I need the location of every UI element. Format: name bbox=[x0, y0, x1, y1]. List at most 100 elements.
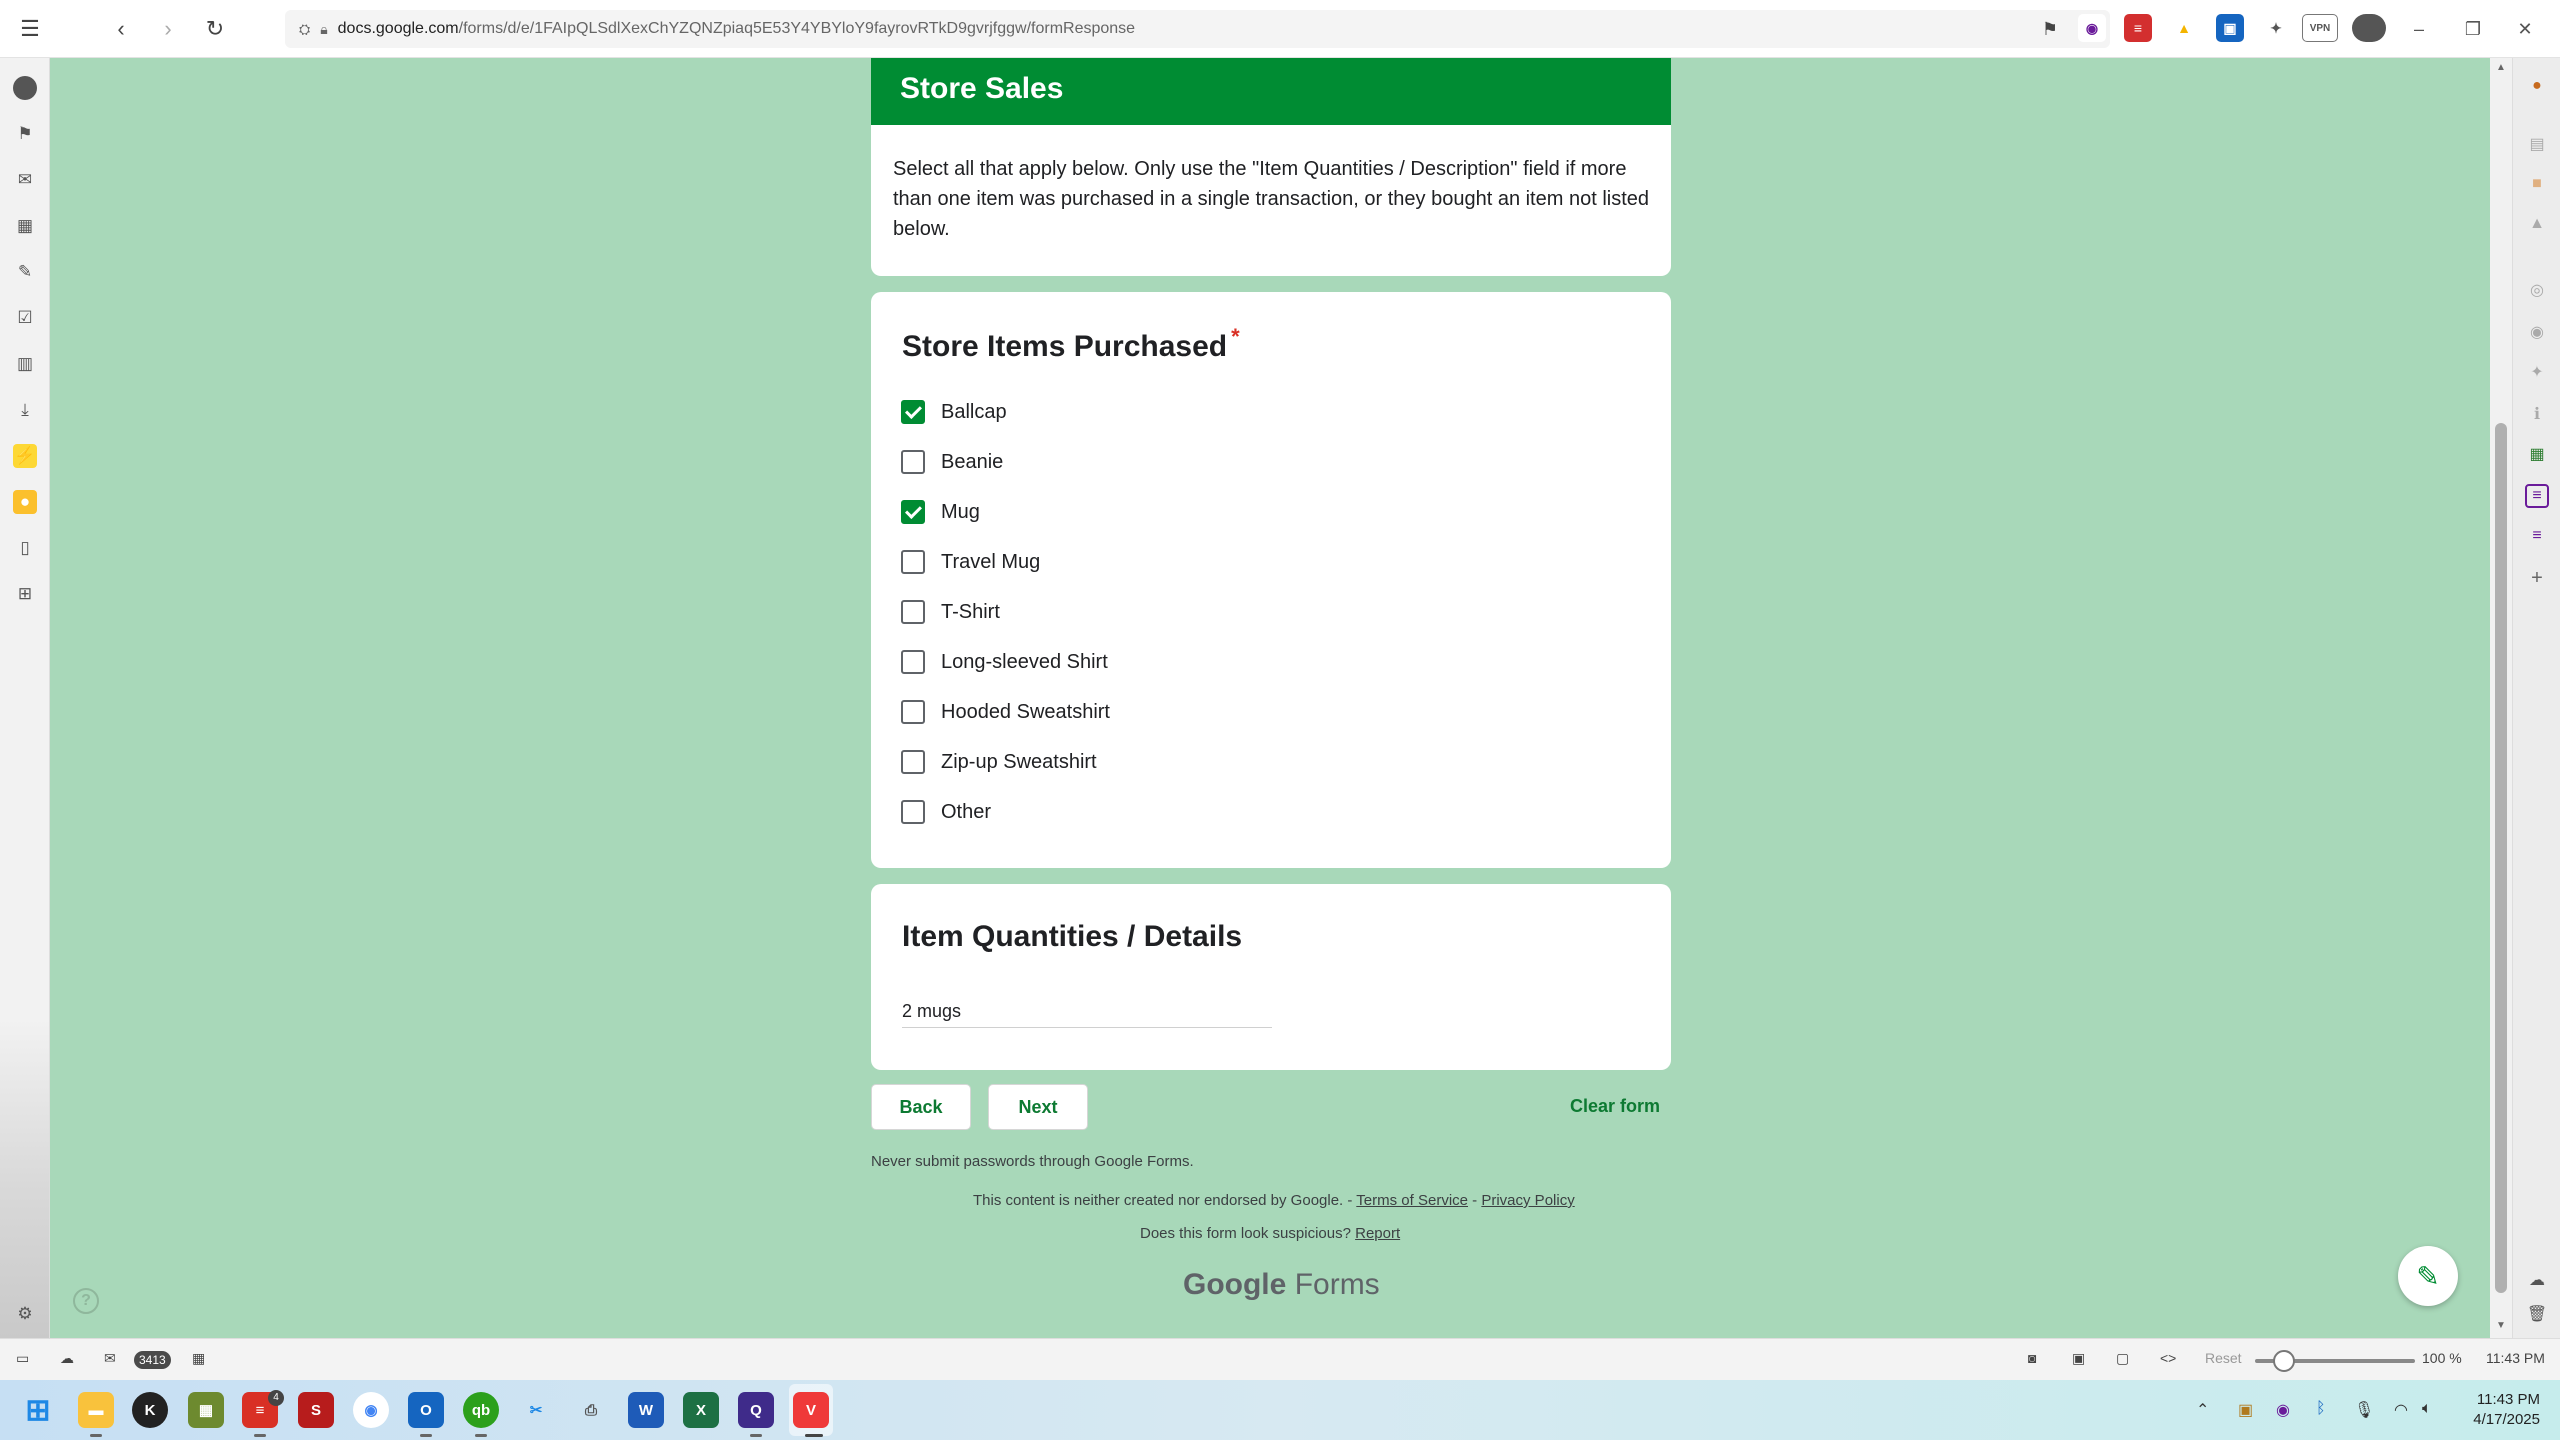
page-scrollbar[interactable]: ▲ ▼ bbox=[2490, 58, 2512, 1338]
checkbox-checked[interactable] bbox=[901, 400, 925, 424]
forward-arrow-icon[interactable]: › bbox=[152, 13, 184, 45]
cloud-icon[interactable]: ☁ bbox=[2525, 1268, 2549, 1292]
outlook-icon[interactable]: O bbox=[408, 1392, 444, 1428]
app-icon-3[interactable]: ■ bbox=[2525, 172, 2549, 196]
option-long-sleeved-shirt[interactable]: Long-sleeved Shirt bbox=[901, 647, 1108, 677]
quickbooks-icon[interactable]: qb bbox=[463, 1392, 499, 1428]
drive-extension-icon[interactable]: ▲ bbox=[2170, 14, 2198, 42]
profile-icon[interactable] bbox=[13, 76, 37, 100]
minimize-icon[interactable]: – bbox=[2406, 16, 2432, 42]
tasks-icon[interactable]: ☑ bbox=[13, 306, 37, 330]
trash-icon[interactable]: 🗑︎ bbox=[2525, 1302, 2549, 1326]
todo-extension-icon[interactable]: ≡ bbox=[2124, 14, 2152, 42]
privacy-link[interactable]: Privacy Policy bbox=[1481, 1192, 1574, 1209]
app-icon-5[interactable]: ◎ bbox=[2525, 278, 2549, 302]
site-settings-icon[interactable]: ⛭ bbox=[299, 21, 310, 38]
sync-cloud-icon[interactable]: ☁ bbox=[60, 1350, 74, 1367]
show-hidden-icons-chevron[interactable]: ⌃ bbox=[2196, 1400, 2209, 1420]
option-ballcap[interactable]: Ballcap bbox=[901, 397, 1007, 427]
app-icon-1[interactable]: ● bbox=[2525, 74, 2549, 98]
downloads-icon[interactable]: ⤓ bbox=[13, 398, 37, 422]
app-icon-6[interactable]: ◉ bbox=[2525, 320, 2549, 344]
mail-count-badge[interactable]: 3413 bbox=[134, 1351, 171, 1369]
search-extension-icon[interactable]: ◉ bbox=[2078, 14, 2106, 42]
snipping-tool-icon[interactable]: ✂ bbox=[518, 1392, 554, 1428]
calendar-icon[interactable]: ▦ bbox=[13, 214, 37, 238]
start-windows-icon[interactable]: ⊞ bbox=[20, 1392, 56, 1428]
image-toggle-icon[interactable]: ▣ bbox=[2072, 1350, 2085, 1367]
search-app-icon[interactable]: Q bbox=[738, 1392, 774, 1428]
restore-icon[interactable]: ❐ bbox=[2460, 16, 2486, 42]
sheets-icon[interactable]: ▦ bbox=[2525, 442, 2549, 466]
add-panel-icon[interactable]: ⊞ bbox=[13, 582, 37, 606]
option-zip-up-sweatshirt[interactable]: Zip-up Sweatshirt bbox=[901, 747, 1097, 777]
option-mug[interactable]: Mug bbox=[901, 497, 980, 527]
option-hooded-sweatshirt[interactable]: Hooded Sweatshirt bbox=[901, 697, 1110, 727]
microphone-icon[interactable]: 🎙︎ bbox=[2354, 1400, 2374, 1420]
app-grid-icon[interactable]: ▦ bbox=[188, 1392, 224, 1428]
checkbox-checked[interactable] bbox=[901, 500, 925, 524]
option-other[interactable]: Other bbox=[901, 797, 991, 827]
help-icon[interactable]: ? bbox=[73, 1288, 99, 1314]
calendar-status-icon[interactable]: ▦ bbox=[192, 1350, 205, 1367]
excel-icon[interactable]: X bbox=[683, 1392, 719, 1428]
reading-list-icon[interactable]: ▥ bbox=[13, 352, 37, 376]
notes-icon[interactable]: ✎ bbox=[13, 260, 37, 284]
zoom-slider-handle[interactable] bbox=[2273, 1350, 2295, 1372]
app-icon-4[interactable]: ▲ bbox=[2525, 212, 2549, 236]
forms-icon[interactable]: ≡ bbox=[2525, 484, 2549, 508]
scroll-down-icon[interactable]: ▼ bbox=[2495, 1320, 2507, 1332]
back-arrow-icon[interactable]: ‹ bbox=[105, 13, 137, 45]
checkbox[interactable] bbox=[901, 700, 925, 724]
scroll-up-icon[interactable]: ▲ bbox=[2495, 62, 2507, 74]
tray-app-icon[interactable]: ▣ bbox=[2238, 1400, 2253, 1420]
edit-pencil-icon[interactable]: ✎ bbox=[2398, 1246, 2458, 1306]
info-icon[interactable]: ℹ bbox=[2525, 402, 2549, 426]
report-link[interactable]: Report bbox=[1355, 1225, 1400, 1242]
printer-icon[interactable]: ⎙ bbox=[573, 1392, 609, 1428]
word-icon[interactable]: W bbox=[628, 1392, 664, 1428]
keep-panel-icon[interactable]: ● bbox=[13, 490, 37, 514]
page-tiling-icon[interactable]: ▢ bbox=[2116, 1350, 2129, 1367]
bookmark-extension-icon[interactable]: ▣ bbox=[2216, 14, 2244, 42]
checkbox[interactable] bbox=[901, 450, 925, 474]
taskbar-clock[interactable]: 11:43 PM 4/17/2025 bbox=[2440, 1390, 2540, 1430]
terms-link[interactable]: Terms of Service bbox=[1356, 1192, 1468, 1209]
tray-app-icon-2[interactable]: ◉ bbox=[2276, 1400, 2290, 1420]
document-icon[interactable]: ▯ bbox=[13, 536, 37, 560]
checkbox[interactable] bbox=[901, 650, 925, 674]
chrome-icon[interactable]: ◉ bbox=[353, 1392, 389, 1428]
settings-gear-icon[interactable]: ⚙ bbox=[13, 1302, 37, 1326]
option-beanie[interactable]: Beanie bbox=[901, 447, 1003, 477]
back-button[interactable]: Back bbox=[871, 1084, 971, 1130]
app-k-icon[interactable]: K bbox=[132, 1392, 168, 1428]
vivaldi-icon[interactable]: V bbox=[793, 1392, 829, 1428]
option-travel-mug[interactable]: Travel Mug bbox=[901, 547, 1040, 577]
close-icon[interactable]: ✕ bbox=[2512, 16, 2538, 42]
forms-icon-2[interactable]: ≡ bbox=[2525, 524, 2549, 548]
app-s-icon[interactable]: S bbox=[298, 1392, 334, 1428]
vpn-icon[interactable]: VPN bbox=[2302, 14, 2338, 42]
bluetooth-icon[interactable]: ᛒ bbox=[2316, 1400, 2326, 1418]
extensions-puzzle-icon[interactable]: ✦ bbox=[2262, 14, 2290, 42]
menu-icon[interactable]: ☰ bbox=[14, 13, 46, 45]
wifi-icon[interactable]: ◠ bbox=[2394, 1400, 2408, 1420]
panel-toggle-icon[interactable]: ▭ bbox=[16, 1350, 29, 1367]
sparkle-icon[interactable]: ✦ bbox=[2525, 360, 2549, 384]
capture-icon[interactable]: ◙ bbox=[2028, 1350, 2036, 1366]
checkbox[interactable] bbox=[901, 800, 925, 824]
next-button[interactable]: Next bbox=[988, 1084, 1088, 1130]
checkbox[interactable] bbox=[901, 750, 925, 774]
app-icon-2[interactable]: ▤ bbox=[2525, 132, 2549, 156]
checkbox[interactable] bbox=[901, 550, 925, 574]
scroll-thumb[interactable] bbox=[2495, 423, 2507, 1293]
option-t-shirt[interactable]: T-Shirt bbox=[901, 597, 1000, 627]
bookmark-icon[interactable]: ⚑ bbox=[2034, 13, 2066, 45]
reload-icon[interactable]: ↻ bbox=[199, 13, 231, 45]
profile-avatar[interactable] bbox=[2352, 14, 2386, 42]
volume-icon[interactable]: 🔈︎ bbox=[2422, 1400, 2432, 1418]
file-explorer-icon[interactable]: ▬ bbox=[78, 1392, 114, 1428]
mail-status-icon[interactable]: ✉ bbox=[104, 1350, 116, 1367]
add-icon[interactable]: + bbox=[2525, 566, 2549, 590]
details-input[interactable] bbox=[902, 996, 1272, 1028]
